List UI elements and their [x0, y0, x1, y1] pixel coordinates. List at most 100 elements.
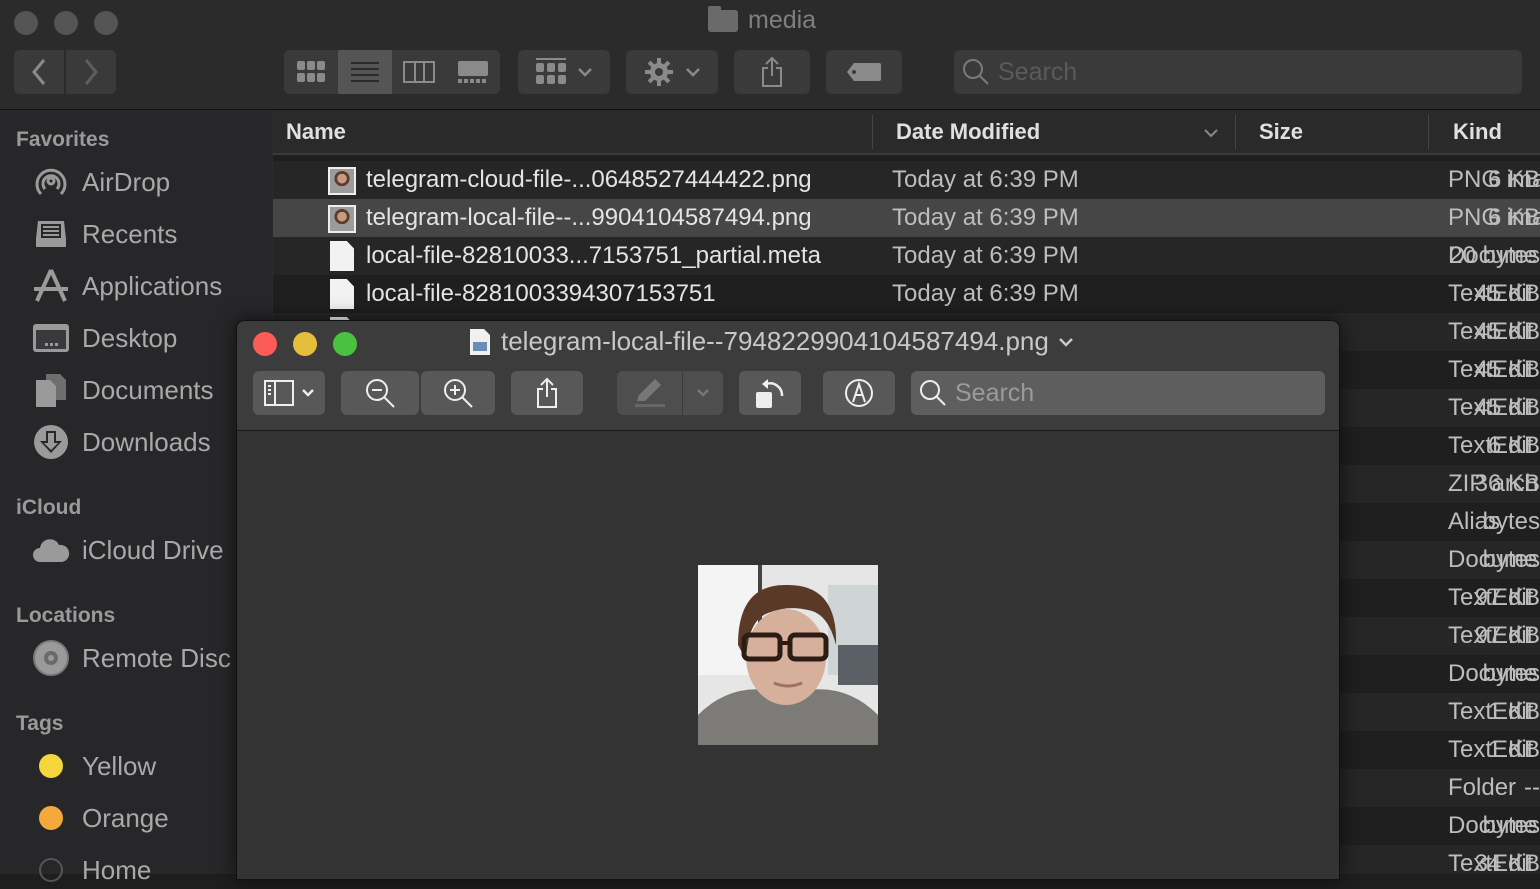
sidebar-item-label: Remote Disc	[82, 642, 231, 673]
group-by-button[interactable]	[518, 50, 610, 94]
sidebar-item-tag-orange[interactable]: Orange	[32, 799, 169, 837]
sidebar-item-icloud-drive[interactable]: iCloud Drive	[32, 531, 224, 569]
markup-icon	[845, 379, 873, 407]
sidebar-item-label: Downloads	[82, 426, 211, 457]
chevron-down-icon	[697, 389, 709, 397]
file-row[interactable]: telegram-cloud-file-...0648527444422.png…	[273, 161, 1540, 199]
sidebar-item-label: Applications	[82, 270, 223, 301]
preview-title-text: telegram-local-file--7948229904104587494…	[501, 326, 1049, 356]
action-button[interactable]	[626, 50, 718, 94]
column-header-name[interactable]: Name	[286, 119, 346, 145]
preview-window: telegram-local-file--7948229904104587494…	[236, 320, 1340, 880]
portrait-photo	[698, 565, 878, 745]
preview-close-button[interactable]	[253, 332, 277, 356]
list-header: Name Date Modified Size Kind	[273, 111, 1540, 155]
file-row[interactable]: local-file-8281003394307153751 Today at 6…	[273, 275, 1540, 313]
sidebar-item-tag-home[interactable]: Home	[32, 851, 151, 889]
preview-share-button[interactable]	[511, 371, 583, 415]
file-size: 6 KB	[1487, 204, 1540, 231]
preview-title[interactable]: telegram-local-file--7948229904104587494…	[469, 326, 1073, 357]
column-divider[interactable]	[1428, 115, 1429, 149]
sidebar-icon	[264, 380, 294, 406]
file-row[interactable]: telegram-local-file--...9904104587494.pn…	[273, 199, 1540, 237]
applications-icon	[32, 267, 70, 305]
file-size: 6 KB	[1487, 166, 1540, 193]
zoom-in-button[interactable]	[421, 371, 495, 415]
tag-orange-dot-icon	[32, 799, 70, 837]
preview-minimize-button[interactable]	[293, 332, 317, 356]
file-kind: TextEdit	[1448, 318, 1534, 345]
folder-icon	[708, 5, 738, 32]
search-icon	[963, 59, 989, 85]
downloads-icon	[32, 423, 70, 461]
view-mode-control[interactable]	[284, 50, 500, 94]
markup-button[interactable]	[823, 371, 895, 415]
sidebar-section-icloud: iCloud	[16, 496, 82, 519]
file-kind: TextEdit	[1448, 850, 1534, 874]
documents-icon	[32, 371, 70, 409]
sidebar-item-airdrop[interactable]: AirDrop	[32, 163, 170, 201]
close-button[interactable]	[14, 11, 38, 35]
search-icon	[920, 380, 946, 406]
column-view-button[interactable]	[392, 50, 446, 94]
sidebar-item-remote-disc[interactable]: Remote Disc	[32, 639, 231, 677]
document-icon	[330, 241, 354, 271]
highlight-pen[interactable]	[617, 371, 683, 415]
sidebar-item-label: Desktop	[82, 322, 178, 353]
file-kind: TextEdit	[1448, 356, 1534, 383]
tags-button[interactable]	[826, 50, 902, 94]
forward-button[interactable]	[66, 50, 116, 94]
zoom-out-button[interactable]	[341, 371, 419, 415]
file-kind: TextEdit	[1448, 584, 1534, 611]
desktop-icon	[32, 319, 70, 357]
chevron-down-icon	[302, 389, 314, 397]
share-icon	[762, 56, 782, 87]
column-header-size[interactable]: Size	[1259, 119, 1303, 145]
gear-icon	[645, 58, 673, 86]
file-kind: TextEdit	[1448, 432, 1534, 459]
zoom-button[interactable]	[94, 11, 118, 35]
highlight-menu[interactable]	[683, 389, 723, 397]
sidebar-toggle-button[interactable]	[253, 371, 325, 415]
rotate-button[interactable]	[739, 371, 801, 415]
column-divider[interactable]	[872, 115, 873, 149]
sidebar-item-tag-yellow[interactable]: Yellow	[32, 747, 156, 785]
chevron-down-icon	[1058, 337, 1073, 347]
columns-icon	[403, 61, 435, 83]
recents-icon	[32, 215, 70, 253]
gallery-view-button[interactable]	[446, 50, 500, 94]
group-grid-icon	[536, 58, 566, 84]
preview-zoom-button[interactable]	[333, 332, 357, 356]
file-size: 20 bytes	[1449, 242, 1540, 269]
highlight-button[interactable]	[617, 371, 723, 415]
sidebar-item-recents[interactable]: Recents	[32, 215, 177, 253]
sidebar-item-desktop[interactable]: Desktop	[32, 319, 177, 357]
airdrop-icon	[32, 163, 70, 201]
preview-search-field[interactable]: Search	[911, 371, 1325, 415]
share-button[interactable]	[734, 50, 810, 94]
sidebar-item-documents[interactable]: Documents	[32, 371, 214, 409]
image-thumbnail-icon	[328, 205, 356, 233]
share-icon	[537, 377, 557, 408]
file-kind: PNG ima	[1448, 166, 1540, 193]
tag-icon	[847, 63, 881, 81]
column-header-date-modified[interactable]: Date Modified	[896, 119, 1040, 145]
sidebar: Favorites AirDrop Recents Applications D…	[0, 111, 272, 885]
list-view-button[interactable]	[338, 50, 392, 94]
column-divider[interactable]	[1235, 115, 1236, 149]
icon-view-button[interactable]	[284, 50, 338, 94]
zoom-out-icon	[366, 379, 395, 408]
file-kind: Docume	[1448, 546, 1538, 573]
sidebar-item-downloads[interactable]: Downloads	[32, 423, 211, 461]
search-placeholder: Search	[998, 57, 1078, 86]
search-field[interactable]: Search	[954, 50, 1522, 94]
file-kind: TextEdit	[1448, 622, 1534, 649]
column-header-kind[interactable]: Kind	[1453, 119, 1502, 145]
grid-icon	[297, 61, 325, 82]
sidebar-section-locations: Locations	[16, 604, 116, 627]
file-row[interactable]: local-file-82810033...7153751_partial.me…	[273, 237, 1540, 275]
sidebar-item-label: Yellow	[82, 750, 157, 781]
minimize-button[interactable]	[54, 11, 78, 35]
sidebar-item-applications[interactable]: Applications	[32, 267, 222, 305]
back-button[interactable]	[14, 50, 64, 94]
